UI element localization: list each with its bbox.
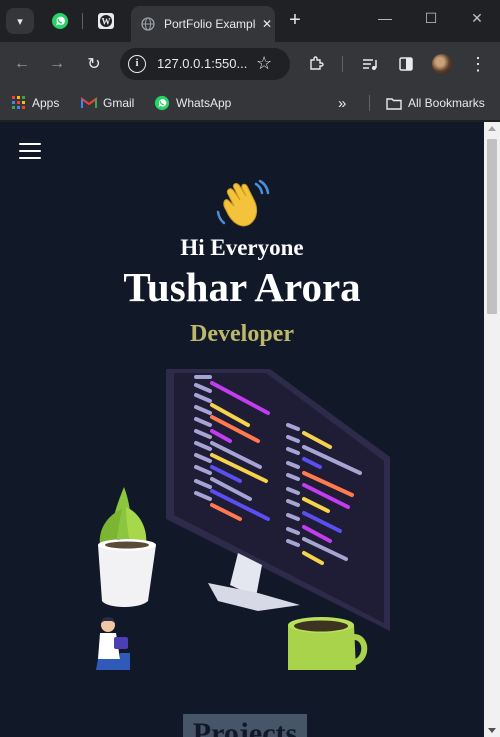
scroll-up-icon[interactable] <box>488 126 496 131</box>
projects-heading: Projects <box>183 714 307 737</box>
role-subtitle: Developer <box>190 321 294 347</box>
forward-icon[interactable]: → <box>44 51 70 77</box>
waving-hand-icon <box>216 179 270 227</box>
bookmark-whatsapp-label: WhatsApp <box>176 96 232 110</box>
page-title: Tushar Arora <box>123 264 361 310</box>
plus-icon[interactable]: + <box>284 10 306 32</box>
close-icon[interactable]: ✕ <box>262 17 272 31</box>
bookmark-whatsapp[interactable]: WhatsApp <box>154 93 231 113</box>
svg-text:W: W <box>102 17 111 27</box>
gmail-icon <box>81 97 97 109</box>
toolbar: ← → ↻ i 127.0.0.1:550... ☆ ⋮ <box>0 42 500 85</box>
tab-portfolio[interactable]: PortFolio Example ✕ <box>131 6 275 42</box>
bookmark-apps[interactable]: Apps <box>12 93 59 113</box>
apps-icon <box>12 96 26 110</box>
scroll-down-icon[interactable] <box>488 728 496 733</box>
media-icon[interactable] <box>357 51 383 77</box>
bookmark-gmail[interactable]: Gmail <box>81 93 134 113</box>
address-bar[interactable]: i 127.0.0.1:550... ☆ <box>120 48 290 80</box>
page-scrollbar[interactable] <box>484 122 500 737</box>
pinned-tab-whatsapp[interactable] <box>48 9 72 33</box>
reload-icon[interactable]: ↻ <box>81 51 107 77</box>
hamburger-icon[interactable] <box>19 143 41 161</box>
menu-icon[interactable]: ⋮ <box>465 51 491 77</box>
developer-illustration <box>96 369 390 670</box>
bookmarks-divider <box>369 95 370 111</box>
avatar[interactable] <box>432 54 452 74</box>
tab-separator <box>82 13 83 29</box>
whatsapp-icon <box>154 95 170 111</box>
bookmark-apps-label: Apps <box>32 96 60 110</box>
side-panel-icon[interactable] <box>393 51 419 77</box>
bookmarks-bar: Apps Gmail WhatsApp » All Bookmarks <box>0 85 500 121</box>
page-content: Hi Everyone Tushar Arora Developer Proje… <box>0 122 484 737</box>
url-text[interactable]: 127.0.0.1:550... <box>157 56 247 71</box>
minimize-icon[interactable]: — <box>374 10 396 26</box>
greeting: Hi Everyone <box>180 235 304 260</box>
wordpress-icon: W <box>98 13 114 29</box>
whatsapp-icon <box>52 13 68 29</box>
star-icon[interactable]: ☆ <box>256 53 272 74</box>
close-window-icon[interactable]: ✕ <box>466 10 488 27</box>
pinned-tab-wordpress[interactable]: W <box>94 9 118 33</box>
folder-icon <box>386 97 402 110</box>
info-icon[interactable]: i <box>128 55 146 73</box>
toolbar-divider <box>342 56 343 72</box>
bookmark-all-label: All Bookmarks <box>408 96 485 110</box>
maximize-icon[interactable]: ☐ <box>420 10 442 27</box>
chevron-double-right-icon[interactable]: » <box>338 93 346 113</box>
extensions-icon[interactable] <box>303 51 329 77</box>
scrollbar-thumb[interactable] <box>487 139 497 314</box>
tab-search-icon[interactable]: ▾ <box>6 8 34 34</box>
tab-title: PortFolio Example <box>164 17 256 31</box>
back-icon[interactable]: ← <box>9 51 35 77</box>
bookmark-all[interactable]: All Bookmarks <box>386 93 485 113</box>
bookmark-gmail-label: Gmail <box>103 96 135 110</box>
tab-strip: ▾ W PortFolio Example ✕ + — ☐ ✕ <box>0 0 500 42</box>
globe-icon <box>141 17 155 31</box>
